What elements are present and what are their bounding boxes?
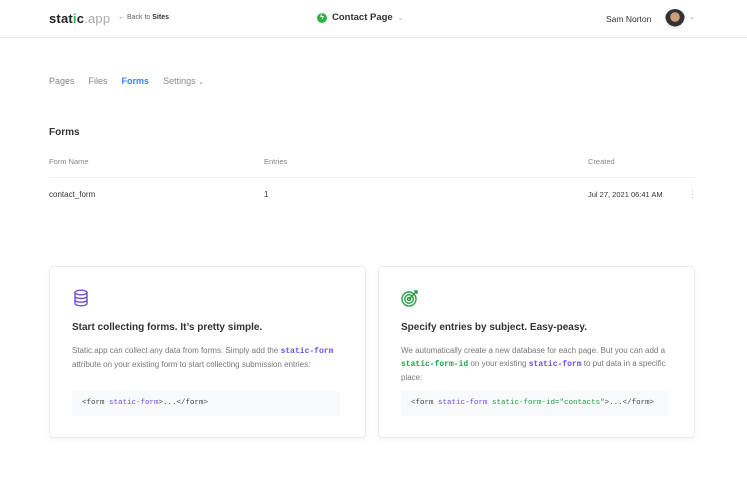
entries-count: 1 xyxy=(264,190,269,199)
code-keyword: static-form xyxy=(280,347,334,356)
card-description: We automatically create a new database f… xyxy=(401,344,676,384)
text: on your existing xyxy=(470,359,527,368)
database-icon xyxy=(74,289,88,307)
column-header-form-name: Form Name xyxy=(49,157,89,166)
section-title: Forms xyxy=(49,127,80,138)
card-title: Specify entries by subject. Easy-peasy. xyxy=(401,322,588,333)
text: We automatically create a new database f… xyxy=(401,346,666,355)
tab-pages[interactable]: Pages xyxy=(49,76,75,86)
more-options-icon[interactable]: ⋮ xyxy=(688,189,697,200)
text: Static.app can collect any data from for… xyxy=(72,346,279,355)
info-card-collect: Start collecting forms. It’s pretty simp… xyxy=(49,266,366,438)
column-header-entries: Entries xyxy=(264,157,288,166)
code-text: <form xyxy=(82,399,110,407)
avatar[interactable] xyxy=(665,9,685,29)
created-date: Jul 27, 2021 06:41 AM xyxy=(588,190,663,199)
code-snippet: <form static-form>...</form> xyxy=(72,391,340,416)
divider xyxy=(49,177,694,178)
back-to-sites-link[interactable]: ← Back to Sites xyxy=(118,14,169,21)
code-text: <form xyxy=(411,399,439,407)
card-title: Start collecting forms. It’s pretty simp… xyxy=(72,322,263,333)
code-snippet: <form static-form static-form-id="contac… xyxy=(401,391,669,416)
top-bar: static.app ← Back to Sites ϟ Contact Page… xyxy=(0,0,747,38)
code-text: >...</form> xyxy=(604,399,655,407)
info-card-specify: Specify entries by subject. Easy-peasy. … xyxy=(378,266,695,438)
card-description: Static.app can collect any data from for… xyxy=(72,344,347,371)
chevron-down-icon: ⌄ xyxy=(397,14,404,22)
logo-text: stat xyxy=(49,11,73,26)
tab-forms[interactable]: Forms xyxy=(122,76,150,86)
code-keyword: static-form-id xyxy=(401,360,469,369)
tab-files[interactable]: Files xyxy=(89,76,108,86)
logo-text: .app xyxy=(84,11,111,26)
target-icon xyxy=(401,290,418,307)
code-text: static-form xyxy=(438,399,488,407)
logo[interactable]: static.app xyxy=(49,11,110,26)
form-name-link[interactable]: contact_form xyxy=(49,190,95,199)
chevron-down-icon[interactable]: ⌄ xyxy=(689,13,695,21)
code-text: static-form-id="contacts" xyxy=(492,399,605,407)
code-text: static-form xyxy=(109,399,159,407)
tab-settings[interactable]: Settings ⌄ xyxy=(163,76,204,86)
site-name: Contact Page xyxy=(332,12,393,23)
text: attribute on your existing form to start… xyxy=(72,360,311,369)
user-name[interactable]: Sam Norton xyxy=(606,14,651,24)
back-label: ← Back to xyxy=(118,14,151,21)
tab-settings-label: Settings xyxy=(163,76,196,86)
back-link-text: Sites xyxy=(152,14,169,21)
lightning-icon: ϟ xyxy=(317,12,327,23)
code-keyword: static-form xyxy=(528,360,582,369)
chevron-down-icon: ⌄ xyxy=(198,79,204,86)
code-text: >...</form> xyxy=(158,399,209,407)
site-selector[interactable]: ϟ Contact Page ⌄ xyxy=(317,12,404,23)
site-tabs: Pages Files Forms Settings ⌄ xyxy=(49,76,204,86)
column-header-created: Created xyxy=(588,157,615,166)
